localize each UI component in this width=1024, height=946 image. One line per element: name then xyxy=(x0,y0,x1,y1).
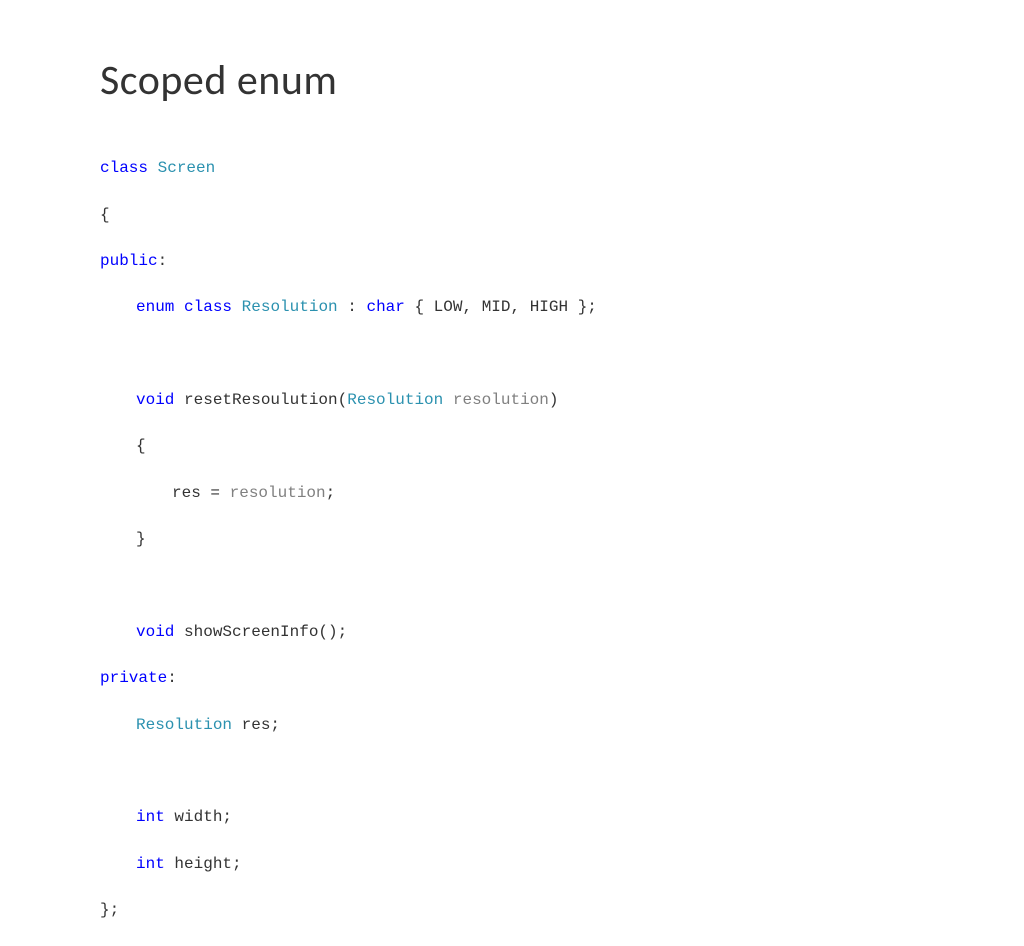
keyword-int: int xyxy=(136,808,165,826)
keyword-class: class xyxy=(100,159,148,177)
assignment-lhs: res = xyxy=(172,484,230,502)
member-decl: width; xyxy=(165,808,232,826)
code-line: enum class Resolution : char { LOW, MID,… xyxy=(100,296,924,319)
code-line: void resetResoulution(Resolution resolut… xyxy=(100,389,924,412)
blank-line xyxy=(100,575,924,598)
slide-title: Scoped enum xyxy=(100,55,924,106)
code-line: { xyxy=(100,435,924,458)
keyword-enum: enum xyxy=(136,298,174,316)
assignment-rhs: resolution xyxy=(230,484,326,502)
code-line: class Screen xyxy=(100,157,924,180)
code-line: } xyxy=(100,528,924,551)
keyword-char: char xyxy=(366,298,404,316)
blank-line xyxy=(100,760,924,783)
space xyxy=(443,391,453,409)
colon: : xyxy=(158,252,168,270)
code-line: res = resolution; xyxy=(100,482,924,505)
semicolon: ; xyxy=(326,484,336,502)
code-line: private: xyxy=(100,667,924,690)
colon: : xyxy=(338,298,367,316)
function-decl: showScreenInfo(); xyxy=(174,623,347,641)
type-resolution: Resolution xyxy=(136,716,232,734)
keyword-void: void xyxy=(136,623,174,641)
keyword-public: public xyxy=(100,252,158,270)
blank-line xyxy=(100,343,924,366)
param-type: Resolution xyxy=(347,391,443,409)
code-line: int width; xyxy=(100,806,924,829)
code-line: public: xyxy=(100,250,924,273)
code-line: }; xyxy=(100,899,924,922)
keyword-int: int xyxy=(136,855,165,873)
colon: : xyxy=(167,669,177,687)
enum-values: { LOW, MID, HIGH }; xyxy=(405,298,597,316)
param-name: resolution xyxy=(453,391,549,409)
keyword-private: private xyxy=(100,669,167,687)
type-screen: Screen xyxy=(158,159,216,177)
type-resolution: Resolution xyxy=(242,298,338,316)
paren-close: ) xyxy=(549,391,559,409)
member-decl: res; xyxy=(232,716,280,734)
code-line: { xyxy=(100,204,924,227)
code-line: void showScreenInfo(); xyxy=(100,621,924,644)
code-line: int height; xyxy=(100,853,924,876)
member-decl: height; xyxy=(165,855,242,873)
keyword-class: class xyxy=(184,298,232,316)
code-block: class Screen { public: enum class Resolu… xyxy=(100,134,924,946)
keyword-void: void xyxy=(136,391,174,409)
function-name: resetResoulution( xyxy=(174,391,347,409)
code-line: Resolution res; xyxy=(100,714,924,737)
